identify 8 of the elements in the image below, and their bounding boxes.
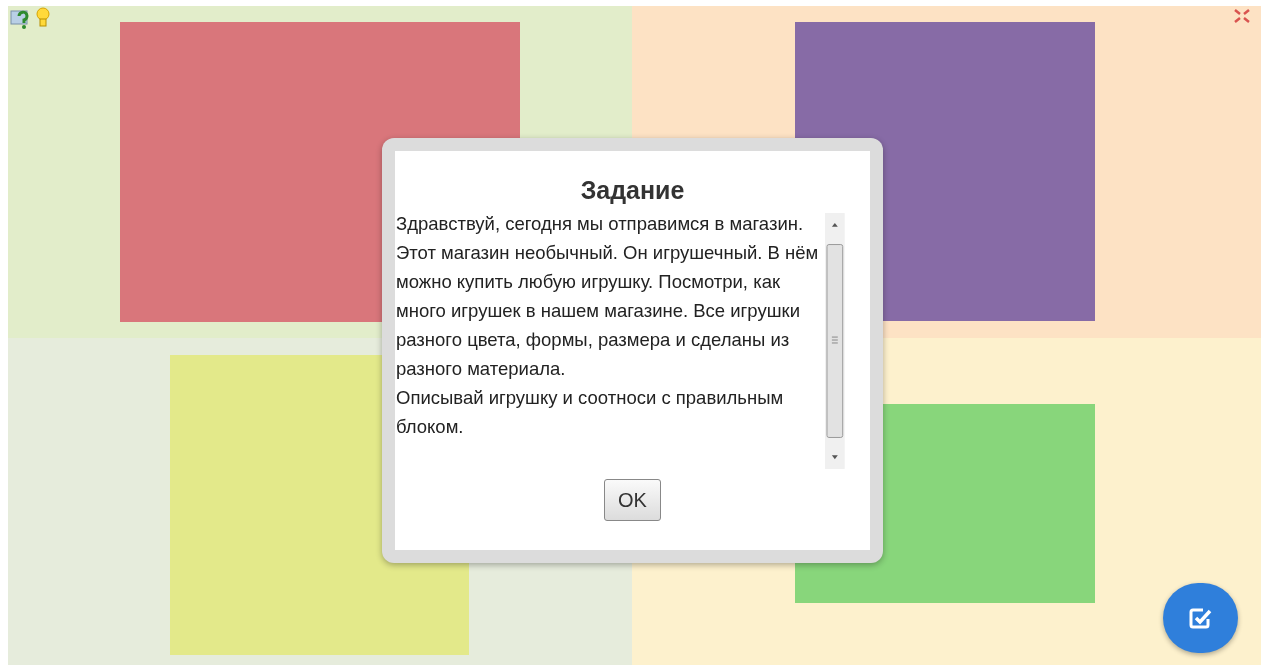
dialog-text: Описывай игрушку и соотноси с правильным блоком. bbox=[396, 386, 785, 439]
dialog-text: Здравствуй, сегодня мы отправимся в магазин. Этот магазин необычный. Он игрушечный. В нём можно купить любую игрушку. Посмотри, как много игрушек в нашем магазине. Все игрушки разного цвета, формы, размера и сделаны из разного материала. bbox=[396, 212, 820, 381]
lightbulb-icon[interactable] bbox=[36, 7, 50, 29]
dialog-title: Задание bbox=[580, 175, 685, 205]
ok-button[interactable]: OK bbox=[604, 479, 661, 521]
checkbox-icon bbox=[1188, 607, 1213, 629]
fullscreen-icon[interactable] bbox=[1234, 9, 1250, 23]
scrollbar[interactable] bbox=[825, 211, 845, 471]
